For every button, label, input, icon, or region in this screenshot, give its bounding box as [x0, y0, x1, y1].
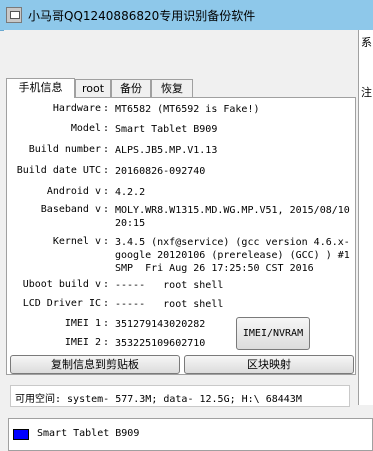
- separator: :: [103, 318, 110, 329]
- tab-backup[interactable]: 备份: [111, 79, 151, 97]
- kernel-label: Kernel v: [52, 236, 101, 247]
- separator: :: [103, 123, 110, 134]
- tab-phone-info[interactable]: 手机信息: [6, 78, 75, 98]
- lcd-value: ----- root shell: [115, 299, 224, 310]
- android-value: 4.2.2: [115, 187, 146, 198]
- hardware-value: MT6582 (MT6592 is Fake!): [115, 104, 260, 115]
- storage-info-text: 可用空间: system- 577.3M; data- 12.5G; H:\ 6…: [15, 394, 302, 405]
- device-color-marker: [13, 429, 29, 440]
- device-list[interactable]: Smart Tablet B909: [8, 418, 373, 451]
- log-text-mid: 注: [361, 86, 372, 99]
- separator: :: [103, 236, 110, 247]
- imei1-value[interactable]: 351279143020282: [115, 318, 351, 331]
- log-panel[interactable]: 系 注: [358, 30, 373, 405]
- model-value: Smart Tablet B909: [115, 124, 218, 135]
- separator: :: [103, 144, 110, 155]
- build-number-label: Build number: [28, 144, 101, 155]
- imei2-value[interactable]: 353225109602710: [115, 337, 351, 350]
- separator: :: [103, 204, 110, 215]
- separator: :: [103, 337, 110, 348]
- baseband-label: Baseband v: [40, 204, 101, 215]
- model-label: Model: [70, 123, 101, 134]
- title-bar[interactable]: 小马哥QQ1240886820专用识别备份软件: [0, 0, 373, 31]
- kernel-value: 3.4.5 (nxf@service) (gcc version 4.6.x-g…: [115, 237, 356, 274]
- device-name: Smart Tablet B909: [37, 428, 140, 439]
- tab-restore[interactable]: 恢复: [151, 79, 193, 97]
- separator: :: [103, 186, 110, 197]
- uboot-value: ----- root shell: [115, 280, 224, 291]
- lcd-label: LCD Driver IC: [22, 298, 101, 309]
- hardware-label: Hardware: [52, 103, 101, 114]
- copy-info-button[interactable]: 复制信息到剪贴板: [10, 355, 180, 374]
- separator: :: [103, 165, 110, 176]
- storage-info-field[interactable]: 可用空间: system- 577.3M; data- 12.5G; H:\ 6…: [10, 385, 350, 407]
- log-text-top: 系: [361, 36, 372, 49]
- window-title: 小马哥QQ1240886820专用识别备份软件: [28, 9, 256, 23]
- build-date-label: Build date UTC: [16, 165, 101, 176]
- imei2-label: IMEI 2: [64, 337, 101, 348]
- separator: :: [103, 298, 110, 309]
- imei-nvram-button[interactable]: IMEI/NVRAM: [236, 317, 310, 350]
- app-icon: [6, 7, 22, 23]
- baseband-value: MOLY.WR8.W1315.MD.WG.MP.V51, 2015/08/10 …: [115, 205, 356, 229]
- android-label: Android v: [46, 186, 101, 197]
- block-map-button[interactable]: 区块映射: [184, 355, 354, 374]
- build-date-value: 20160826-092740: [115, 166, 206, 177]
- separator: :: [103, 279, 110, 290]
- imei1-label: IMEI 1: [64, 318, 101, 329]
- separator: :: [103, 103, 110, 114]
- build-number-value: ALPS.JB5.MP.V1.13: [115, 145, 218, 156]
- tab-root[interactable]: root: [75, 79, 111, 97]
- uboot-label: Uboot build v: [22, 279, 101, 290]
